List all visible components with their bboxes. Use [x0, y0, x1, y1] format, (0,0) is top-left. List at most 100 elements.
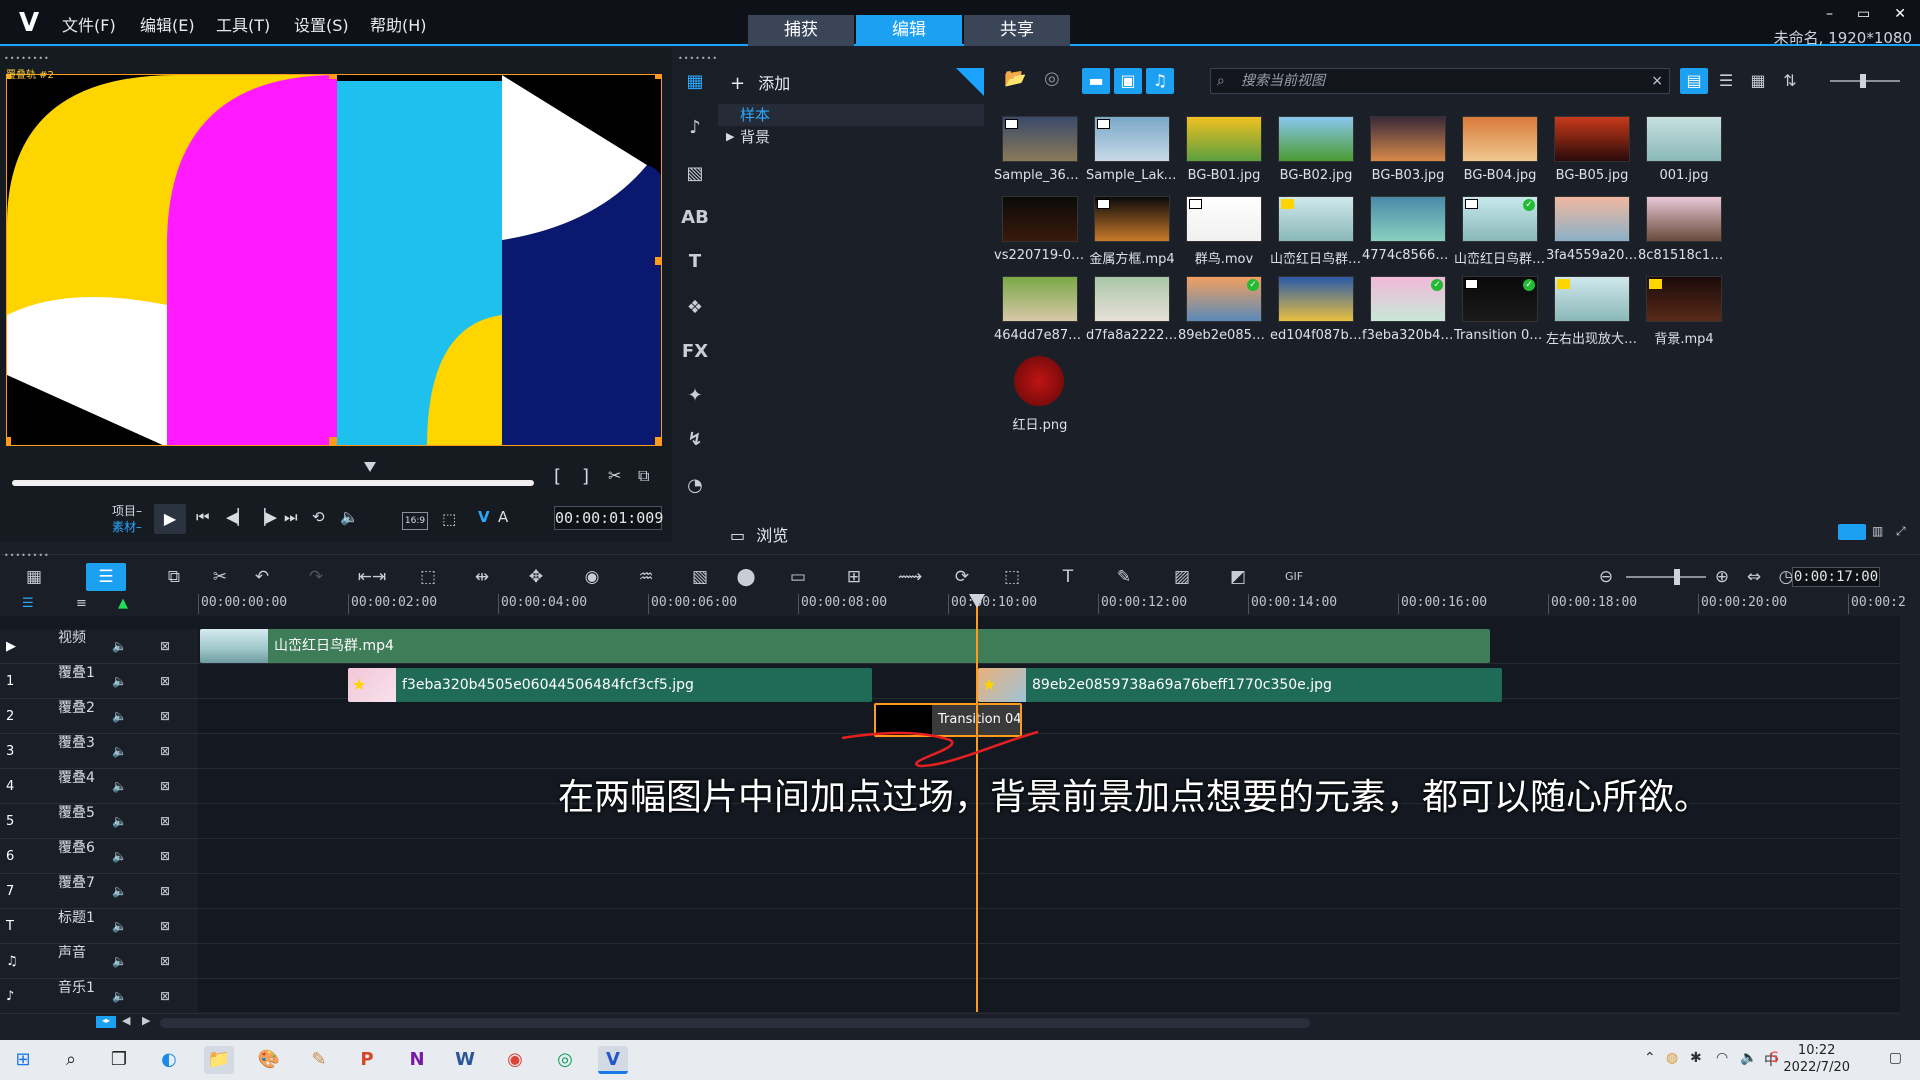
tray-expand-icon[interactable]: ⌃ — [1644, 1050, 1656, 1066]
panel-grip[interactable]: •••••••• — [4, 54, 50, 63]
track-row[interactable] — [198, 874, 1900, 909]
stabilize-icon[interactable]: ⬚ — [996, 563, 1028, 591]
bluetooth-icon[interactable]: ✱ — [1690, 1050, 1702, 1066]
menu-tools[interactable]: 工具(T) — [216, 12, 270, 36]
tray-clock[interactable]: 10:22 2022/7/20 — [1783, 1042, 1850, 1076]
media-item[interactable]: 背景.mp4 — [1638, 268, 1730, 348]
start-icon[interactable]: ⊞ — [8, 1046, 38, 1074]
track-row[interactable] — [198, 839, 1900, 874]
mark-out-button[interactable]: ] — [582, 466, 589, 487]
track-header[interactable]: ▶ 视频 🔈 ⊠ — [0, 629, 198, 664]
video-clip[interactable]: 山峦红日鸟群.mp4 — [200, 629, 1490, 663]
wifi-icon[interactable]: ◠ — [1716, 1050, 1728, 1066]
track-volume-icon[interactable]: 🔈 — [112, 744, 127, 758]
filter-video-icon[interactable]: ▬ — [1082, 68, 1110, 94]
media-item[interactable]: 金属方框.mp4 — [1086, 188, 1178, 268]
minimize-icon[interactable]: – — [1826, 6, 1833, 26]
media-item[interactable]: BG-B01.jpg — [1178, 108, 1270, 188]
track-volume-icon[interactable]: 🔈 — [112, 849, 127, 863]
zoom-slider[interactable] — [1626, 576, 1706, 578]
media-item[interactable]: 001.jpg — [1638, 108, 1730, 188]
file-explorer-icon[interactable]: 📁 — [204, 1046, 234, 1074]
tab-share[interactable]: 共享 — [964, 15, 1070, 46]
paint3d-icon[interactable]: ✎ — [304, 1046, 334, 1074]
track-header[interactable]: ♫ 声音 🔈 ⊠ — [0, 944, 198, 979]
media-item[interactable]: ed104f087b8fd0f... — [1270, 268, 1362, 348]
menu-edit[interactable]: 编辑(E) — [140, 12, 195, 36]
browse-button[interactable]: ▭ 浏览 — [730, 522, 788, 546]
media-item[interactable]: vs220719-002.png — [994, 188, 1086, 268]
menu-settings[interactable]: 设置(S) — [294, 12, 349, 36]
track-grid-icon[interactable]: ⊠ — [160, 849, 170, 863]
sort-icon[interactable]: ⇅ — [1776, 68, 1804, 94]
speed-icon[interactable]: ◔ — [674, 466, 716, 506]
undo-icon[interactable]: ↶ — [246, 563, 278, 591]
gif-icon[interactable]: GIF — [1278, 563, 1310, 591]
media-item[interactable]: Sample_360.mp4 — [994, 108, 1086, 188]
media-item[interactable]: Sample_Lake.mp4 — [1086, 108, 1178, 188]
track-header[interactable]: ♪ 音乐1 🔈 ⊠ — [0, 979, 198, 1014]
resize-handle[interactable] — [329, 437, 337, 445]
chrome-icon[interactable]: ◉ — [500, 1046, 530, 1074]
menu-file[interactable]: 文件(F) — [62, 12, 116, 36]
vertical-scrollbar[interactable] — [1902, 630, 1912, 1010]
timeline-scrollbar[interactable] — [160, 1018, 1310, 1028]
menu-help[interactable]: 帮助(H) — [370, 12, 427, 36]
go-end-icon[interactable]: ⏭ — [284, 508, 298, 526]
grid-view-icon[interactable]: ▦ — [1744, 68, 1772, 94]
zoom-out-icon[interactable]: ⊖ — [1590, 563, 1622, 591]
browser-icon[interactable]: ◎ — [550, 1046, 580, 1074]
resize-handle[interactable] — [655, 257, 661, 265]
media-item[interactable]: 山峦红日鸟群.m... — [1270, 188, 1362, 268]
media-item[interactable]: 4774c856608098f... — [1362, 188, 1454, 268]
fit-project-icon[interactable]: ⇔ — [1738, 563, 1770, 591]
audio-toggle[interactable]: A — [498, 508, 508, 526]
mask-icon[interactable]: ⬤ — [730, 563, 762, 591]
folder-item-samples[interactable]: 样本 — [718, 104, 984, 126]
track-row[interactable] — [198, 699, 1900, 734]
overlay-clip-1b[interactable]: ★ 89eb2e0859738a69a76beff1770c350e.jpg — [978, 668, 1502, 702]
media-library-icon[interactable]: ▦ — [674, 62, 716, 102]
track-volume-icon[interactable]: 🔈 — [112, 919, 127, 933]
zoom-in-icon[interactable]: ⊕ — [1706, 563, 1738, 591]
track-manager-icon[interactable]: ⧉ — [158, 563, 190, 591]
tab-capture[interactable]: 捕获 — [748, 15, 854, 46]
filter-audio-icon[interactable]: ♫ — [1146, 68, 1174, 94]
track-row[interactable] — [198, 979, 1900, 1014]
track-row[interactable] — [198, 734, 1900, 769]
onenote-icon[interactable]: N — [402, 1046, 432, 1074]
record-icon[interactable]: ◎ — [1044, 68, 1060, 89]
storyboard-view-icon[interactable]: ▦ — [18, 563, 50, 591]
add-track-icon[interactable]: ▲ — [118, 596, 128, 611]
next-frame-icon[interactable]: ▕▶ — [254, 508, 277, 526]
track-header[interactable]: 2 覆叠2 🔈 ⊠ — [0, 699, 198, 734]
media-item[interactable]: 群鸟.mov — [1178, 188, 1270, 268]
clear-icon[interactable]: × — [1651, 69, 1663, 93]
resize-handle[interactable] — [329, 75, 337, 79]
list-view-icon[interactable]: ☰ — [1712, 68, 1740, 94]
track-list-icon[interactable]: ☰ — [22, 596, 34, 611]
panel-grip[interactable]: •••••••• — [4, 551, 50, 560]
folder-item-backgrounds[interactable]: ▶ 背景 — [718, 126, 984, 148]
resize-mode-icon[interactable]: ⬚ — [442, 510, 456, 528]
track-header[interactable]: 4 覆叠4 🔈 ⊠ — [0, 769, 198, 804]
preview-canvas[interactable] — [6, 74, 662, 446]
mode-clip[interactable]: 素材– — [112, 518, 142, 535]
transition-icon[interactable]: AB — [674, 198, 716, 238]
audio-wave-icon[interactable]: ♒ — [630, 563, 662, 591]
track-row[interactable] — [198, 909, 1900, 944]
motion-track-icon[interactable]: ⟿ — [894, 563, 926, 591]
scroll-left-icon[interactable]: ◀ — [122, 1014, 130, 1027]
aspect-ratio-button[interactable]: 16:9 — [402, 512, 428, 530]
redo-icon[interactable]: ↷ — [300, 563, 332, 591]
thumb-size-thumb[interactable] — [1860, 74, 1866, 88]
graphics-icon[interactable]: ❖ — [674, 288, 716, 328]
media-item[interactable]: BG-B02.jpg — [1270, 108, 1362, 188]
crop-icon[interactable]: ⬚ — [412, 563, 444, 591]
close-icon[interactable]: ✕ — [1894, 6, 1906, 26]
track-grid-icon[interactable]: ⊠ — [160, 639, 170, 653]
media-item[interactable]: 464dd7e872bc69... — [994, 268, 1086, 348]
antivirus-icon[interactable]: S — [1770, 1050, 1779, 1066]
overlay-clip-1a[interactable]: ★ f3eba320b4505e06044506484fcf3cf5.jpg — [348, 668, 872, 702]
media-item[interactable]: 红日.png — [994, 348, 1086, 433]
